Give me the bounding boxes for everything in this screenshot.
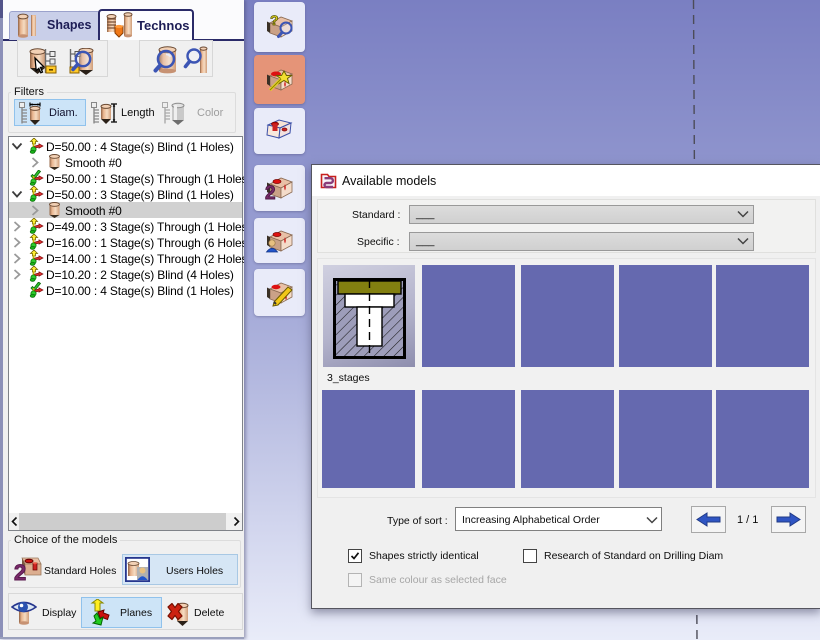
svg-text:?: ? xyxy=(270,12,279,28)
svg-text:2: 2 xyxy=(265,183,276,203)
svg-text:2: 2 xyxy=(14,560,26,582)
